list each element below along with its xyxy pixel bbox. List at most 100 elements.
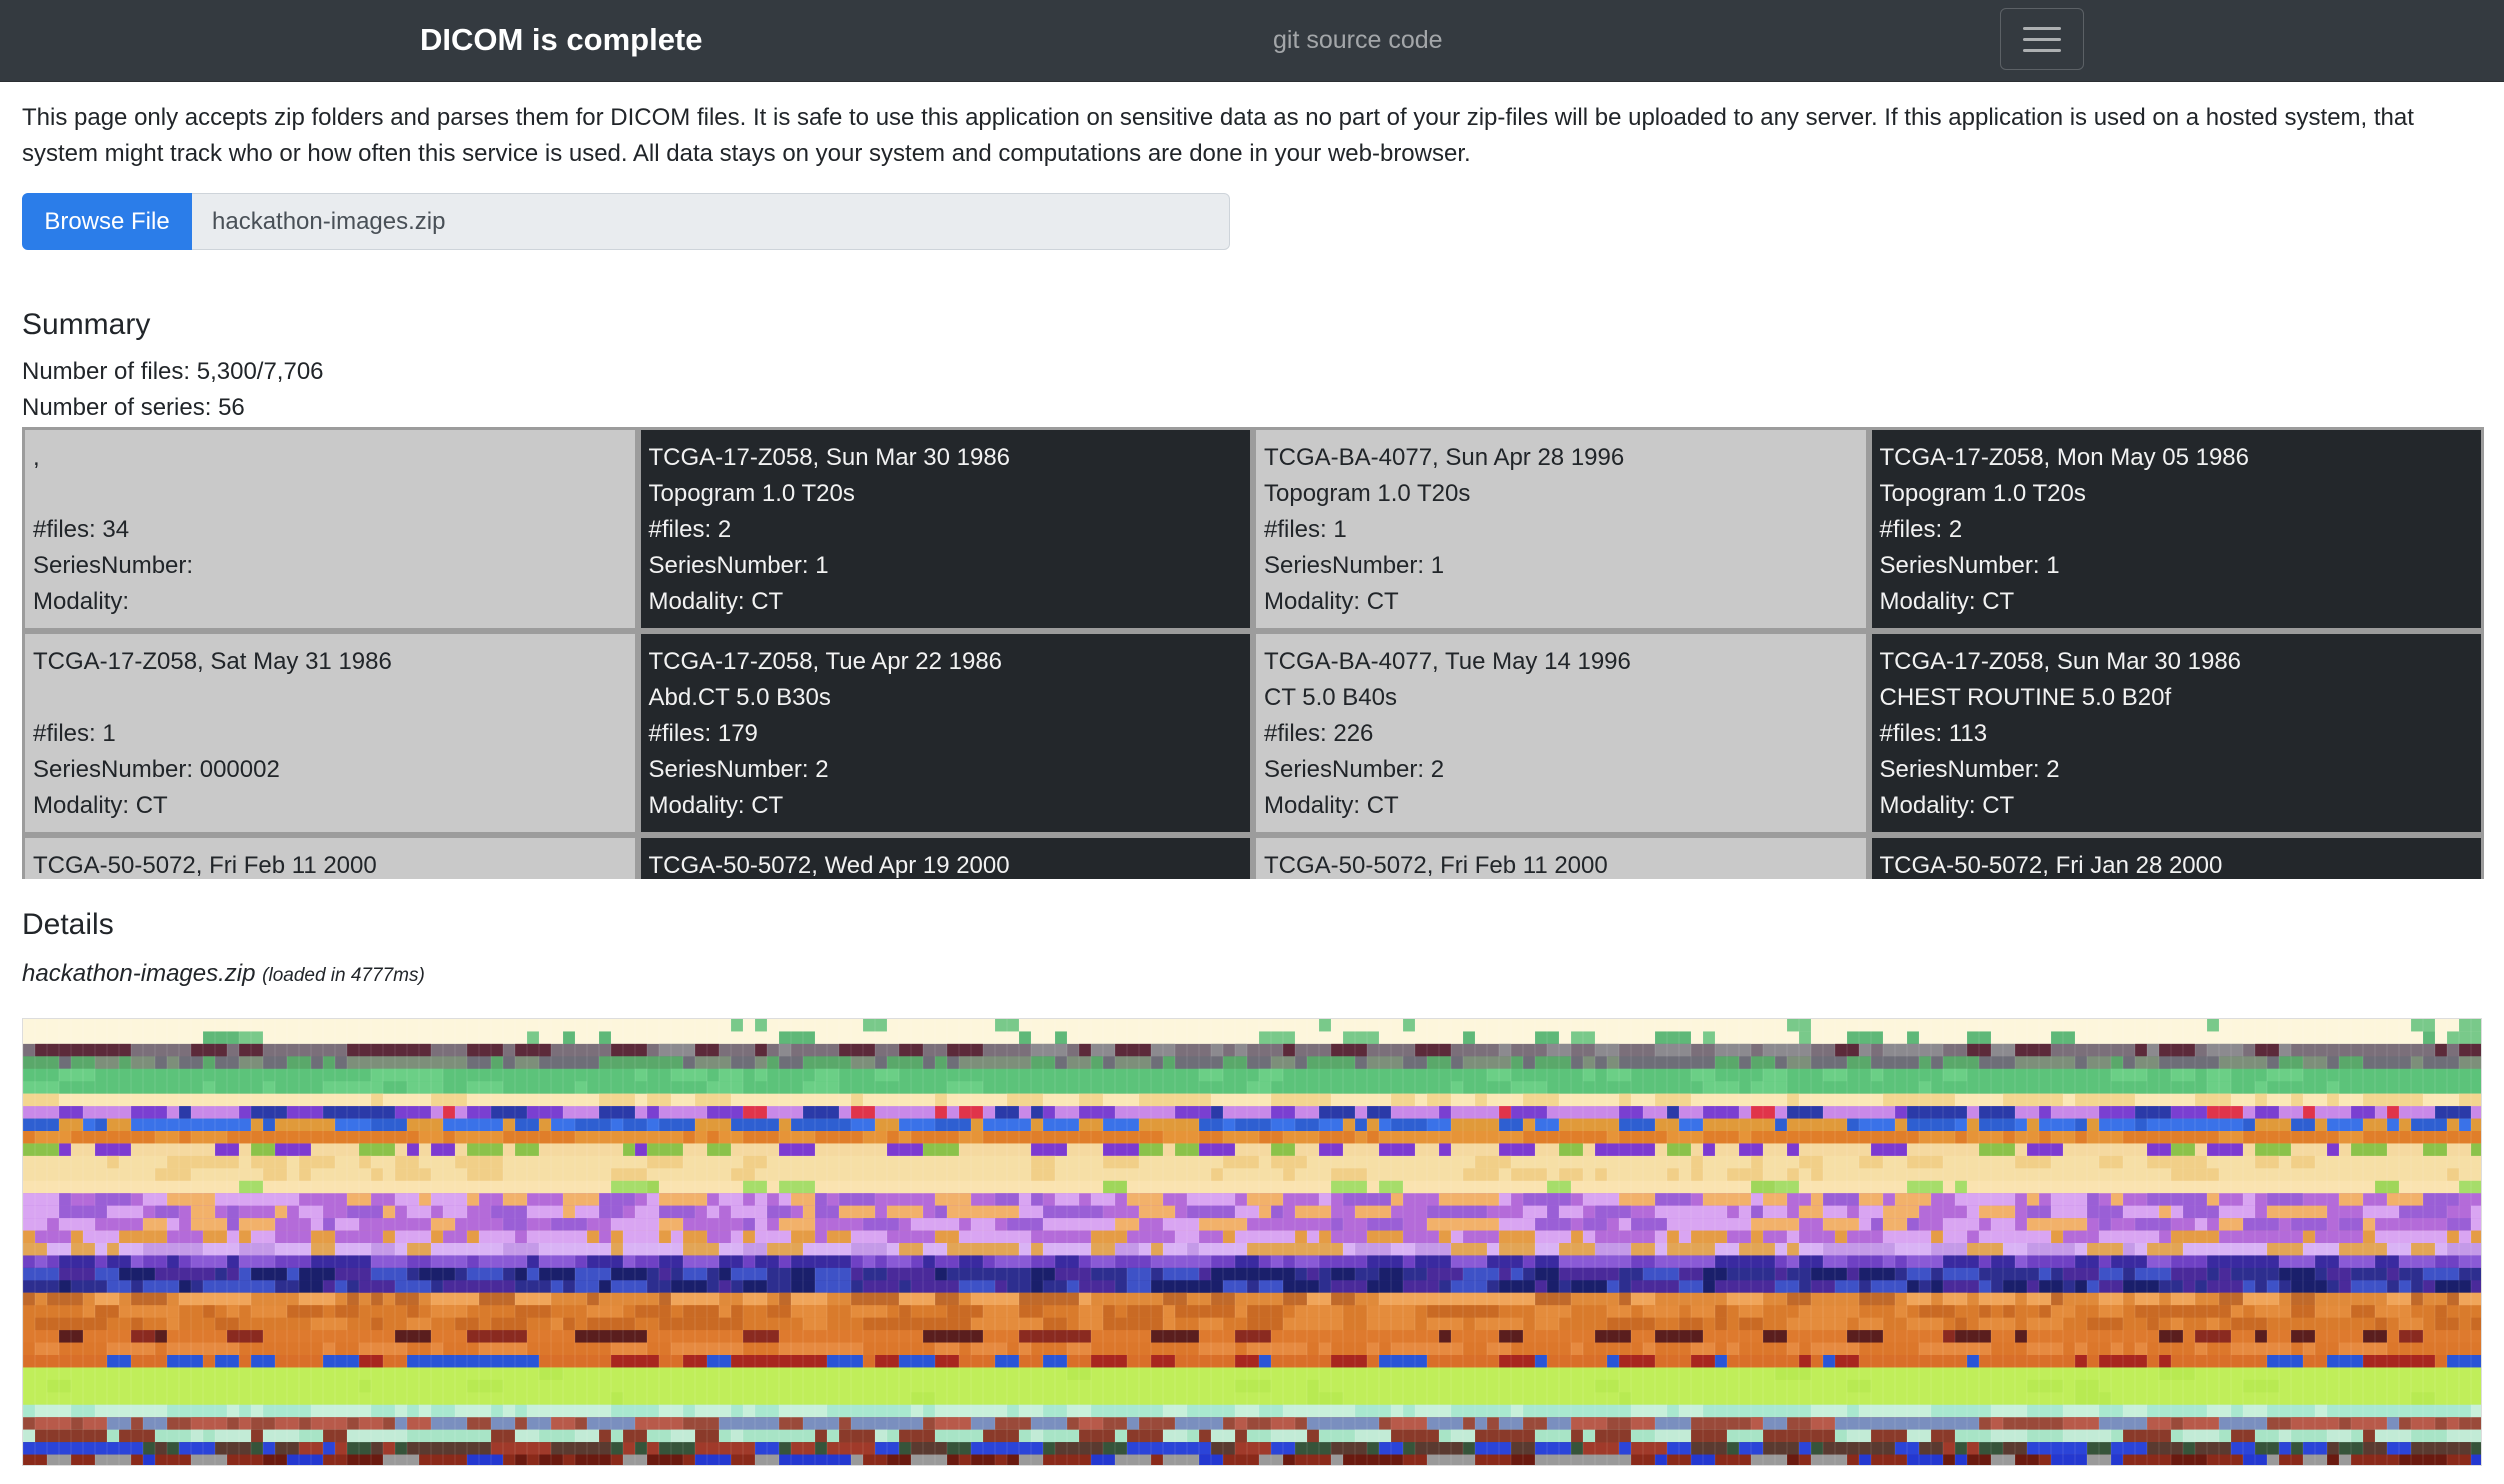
series-card[interactable]: TCGA-17-Z058, Mon May 05 1986 Topogram 1.… (1868, 427, 2484, 631)
heatmap-cell (1799, 1043, 1811, 1057)
heatmap-cell (59, 1280, 71, 1294)
heatmap-cell (1331, 1180, 1367, 1194)
heatmap-cell (1823, 1355, 1835, 1368)
heatmap-cell (515, 1292, 551, 1306)
heatmap-cell (1367, 1342, 1379, 1356)
heatmap-cell (803, 1081, 839, 1095)
heatmap-cell (1943, 1056, 1979, 1070)
heatmap-cell (887, 1056, 923, 1070)
heatmap-cell (1619, 1218, 1631, 1232)
heatmap-cell (1859, 1218, 1871, 1232)
heatmap-cell (1415, 1255, 1451, 1269)
heatmap-cell (35, 1230, 71, 1244)
heatmap-cell (1139, 1093, 1175, 1107)
browse-file-button[interactable]: Browse File (22, 193, 192, 250)
heatmap-cell (803, 1342, 839, 1356)
heatmap-cell (1859, 1043, 1871, 1057)
heatmap-cell (1691, 1442, 1727, 1456)
series-card[interactable]: TCGA-50-5072, Fri Jan 28 2000 (1868, 835, 2484, 879)
heatmap-cell (2171, 1317, 2183, 1331)
heatmap-cell (1379, 1143, 1415, 1157)
heatmap-cell (2207, 1043, 2243, 1057)
selected-file-field[interactable]: hackathon-images.zip (192, 193, 1230, 250)
heatmap-cell (2147, 1043, 2159, 1057)
heatmap-cell (1607, 1355, 1619, 1368)
heatmap-cell (839, 1193, 875, 1207)
menu-toggle-button[interactable] (2000, 8, 2084, 70)
series-card[interactable]: TCGA-BA-4077, Sun Apr 28 1996 Topogram 1.… (1253, 427, 1869, 631)
heatmap-cell (1127, 1218, 1139, 1232)
heatmap-cell (1343, 1417, 1379, 1431)
heatmap-cell (2075, 1093, 2111, 1107)
heatmap-cell (347, 1043, 383, 1057)
series-card[interactable]: TCGA-17-Z058, Sat May 31 1986 #files: 1 Se… (22, 631, 638, 835)
heatmap-cell (2471, 1218, 2481, 1232)
heatmap-cell (575, 1454, 611, 1465)
series-card-line: #files: 113 (1879, 720, 1988, 747)
heatmap-cell (431, 1442, 467, 1456)
heatmap-cell (779, 1454, 815, 1465)
heatmap-cell (1235, 1330, 1271, 1344)
heatmap-cell (1115, 1043, 1151, 1057)
heatmap-cell (719, 1280, 731, 1294)
heatmap-cell (2435, 1043, 2447, 1057)
heatmap-cell (203, 1305, 215, 1319)
heatmap-cell (1775, 1267, 1787, 1281)
heatmap-cell (1787, 1093, 1799, 1107)
heatmap-cell (1943, 1330, 1955, 1344)
heatmap-cell (731, 1019, 743, 1032)
series-card-line: Modality: CT (33, 792, 168, 819)
details-heading: Details (22, 908, 114, 941)
heatmap-cell (275, 1230, 311, 1244)
heatmap-cell (2183, 1205, 2219, 1219)
heatmap-cell (2075, 1392, 2111, 1406)
heatmap-cell (1547, 1317, 1559, 1331)
git-source-link[interactable]: git source code (1273, 26, 1443, 55)
heatmap-cell (1739, 1193, 1751, 1207)
series-card[interactable]: TCGA-50-5072, Fri Feb 11 2000 (22, 835, 638, 879)
heatmap-cell (815, 1429, 827, 1443)
heatmap-cell (1427, 1205, 1463, 1219)
heatmap-cell (491, 1056, 503, 1070)
heatmap-cell (1535, 1056, 1571, 1070)
heatmap-cell (1031, 1043, 1067, 1057)
heatmap-cell (611, 1180, 647, 1194)
heatmap-cell (2075, 1255, 2087, 1269)
heatmap-cell (1751, 1155, 1763, 1169)
heatmap-cell (527, 1031, 539, 1045)
heatmap-cell (1247, 1317, 1283, 1331)
heatmap-cell (815, 1292, 827, 1306)
series-card-list[interactable]: , #files: 34 SeriesNumber: Modality: TCGA-17… (22, 427, 2484, 879)
heatmap-cell (683, 1305, 719, 1319)
heatmap-cell (227, 1230, 239, 1244)
heatmap-cell (875, 1429, 887, 1443)
heatmap-cell (2243, 1280, 2255, 1294)
series-card[interactable]: TCGA-17-Z058, Sun Mar 30 1986 CHEST ROUTI… (1868, 631, 2484, 835)
heatmap-cell (2447, 1355, 2481, 1368)
app-brand[interactable]: DICOM is complete (420, 22, 703, 58)
heatmap-cell (1463, 1305, 1499, 1319)
heatmap-cell (1571, 1417, 1607, 1431)
heatmap-cell (2075, 1280, 2087, 1294)
heatmap-cell (1391, 1118, 1427, 1132)
heatmap-cell (1343, 1031, 1379, 1045)
series-card[interactable]: , #files: 34 SeriesNumber: Modality: (22, 427, 638, 631)
heatmap-cell (2411, 1056, 2423, 1070)
heatmap-cell (443, 1280, 479, 1294)
heatmap-cell (899, 1355, 935, 1368)
series-card[interactable]: TCGA-50-5072, Fri Feb 11 2000 (1253, 835, 1869, 879)
series-card[interactable]: TCGA-17-Z058, Sun Mar 30 1986 Topogram 1.… (637, 427, 1253, 631)
heatmap-cell (779, 1292, 791, 1306)
series-card[interactable]: TCGA-17-Z058, Tue Apr 22 1986 Abd.CT 5.0 … (637, 631, 1253, 835)
heatmap-cell (59, 1218, 95, 1232)
heatmap-cell (1487, 1255, 1523, 1269)
heatmap-cell (479, 1342, 515, 1356)
series-card-line: TCGA-17-Z058, Tue Apr 22 1986 (648, 648, 1003, 675)
series-card[interactable]: TCGA-50-5072, Wed Apr 19 2000 (637, 835, 1253, 879)
heatmap-cell (1283, 1043, 1295, 1057)
heatmap-cell (1355, 1193, 1391, 1207)
dicom-tag-heatmap[interactable] (22, 1018, 2482, 1466)
series-card[interactable]: TCGA-BA-4077, Tue May 14 1996 CT 5.0 B40s… (1253, 631, 1869, 835)
heatmap-cell (1331, 1305, 1343, 1319)
heatmap-cell (707, 1106, 743, 1120)
